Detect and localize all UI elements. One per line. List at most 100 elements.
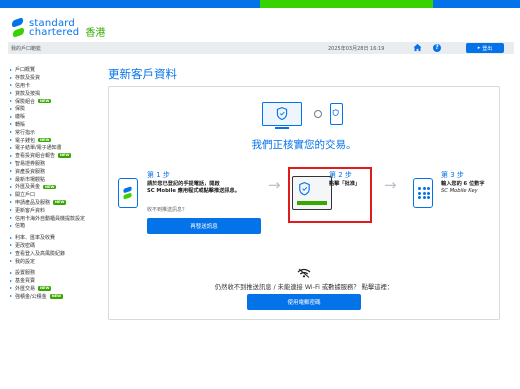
sidebar-item[interactable]: 強積金/公積金 NEW (10, 292, 102, 300)
sidebar-item[interactable]: 我的設定 (10, 257, 102, 265)
sidebar-item-label: 貸款及按揭 (15, 90, 41, 97)
sidebar-item[interactable]: 信用卡 (10, 82, 102, 90)
chevron-right-icon (10, 115, 12, 118)
sidebar-item[interactable]: 基金買賣 (10, 277, 102, 285)
sidebar-item-label: 常行指示 (15, 129, 36, 136)
sidebar-item-label: 信用卡 (15, 82, 31, 89)
no-push-help-text: 仍然收不到推送訊息 / 未能連接 Wi-Fi 或數據服務？ 點擊這裡： (214, 284, 394, 291)
account-scope-label: 我的戶口範籃 (11, 45, 42, 52)
sidebar-item[interactable]: 電子錢包 NEW (10, 136, 102, 144)
new-badge: NEW (53, 200, 67, 205)
sidebar-item-label: 查看投資組合報告 (15, 153, 56, 160)
email-password-button[interactable]: 使用電郵密碼 (247, 294, 361, 310)
chevron-right-icon (10, 193, 12, 196)
sidebar-item-label: 電子結單/電子通知書 (15, 145, 62, 152)
sidebar-item[interactable]: 貸款及按揭 (10, 89, 102, 97)
sidebar-item[interactable]: 保險組合 NEW (10, 97, 102, 105)
logo-line-2: chartered (29, 26, 80, 38)
sidebar-item[interactable]: 查看投資組合報告 NEW (10, 152, 102, 160)
sidebar-item-label: 設置服務 (15, 270, 36, 277)
chevron-right-icon (10, 170, 12, 173)
sidebar-item[interactable]: 信箱 (10, 222, 102, 230)
chevron-right-icon (10, 295, 12, 298)
sidebar-item[interactable]: 電子結單/電子通知書 (10, 144, 102, 152)
sidebar-item-label: 轉賬 (15, 121, 26, 128)
new-badge: NEW (38, 286, 52, 291)
monitor-icon (262, 102, 302, 129)
sidebar-item-label: 信用卡海外自動櫃員機提款設定 (15, 215, 86, 222)
step-1-title: 第 1 步 (147, 171, 170, 179)
sidebar-item[interactable]: 信用卡海外自動櫃員機提款設定 (10, 214, 102, 222)
home-icon[interactable] (413, 43, 422, 52)
new-badge: NEW (43, 184, 57, 190)
sidebar-item[interactable]: 更改密碼 (10, 242, 102, 250)
chevron-right-icon (10, 224, 12, 227)
logout-button[interactable]: ▸ 登出 (466, 43, 504, 53)
logo-wordmark: standard chartered (29, 18, 80, 38)
sidebar-item[interactable]: 繳賬 (10, 113, 102, 121)
chevron-right-icon (10, 123, 12, 126)
chevron-right-icon (10, 92, 12, 95)
brand-logo[interactable]: standard chartered 香港 (11, 16, 105, 39)
step-2-description: 點擊「批准」 (329, 181, 361, 187)
sidebar-item-label: 利率、匯率及收費 (15, 235, 56, 242)
sc-mobile-app-icon (118, 178, 138, 208)
chevron-right-icon (10, 76, 12, 79)
sidebar-item[interactable]: 設置服務 (10, 269, 102, 277)
chevron-right-icon (10, 100, 12, 103)
chevron-right-icon (10, 236, 12, 239)
step-arrow-icon: → (384, 176, 397, 194)
chevron-right-icon (10, 279, 12, 282)
sidebar-item[interactable]: 查看登入及高風險紀錄 (10, 249, 102, 257)
sidebar-item[interactable]: 常行指示 (10, 128, 102, 136)
sidebar-item[interactable]: 存款及投資 (10, 74, 102, 82)
sidebar-item-label: 查看登入及高風險紀錄 (15, 250, 66, 257)
sidebar-item-label: 開立戶口 (15, 192, 36, 199)
chevron-right-icon (10, 217, 12, 220)
sidebar-item[interactable]: 外匯交易 NEW (10, 285, 102, 293)
mobile-phone-icon (330, 103, 343, 125)
sidebar-item-label: 保險組合 (15, 98, 36, 105)
chevron-right-icon (10, 68, 12, 71)
chevron-right-icon (10, 209, 12, 212)
chevron-right-icon (10, 131, 12, 134)
sidebar-item[interactable]: 保險 (10, 105, 102, 113)
step-arrow-icon: → (268, 176, 281, 194)
sidebar-item[interactable]: 利率、匯率及收費 (10, 234, 102, 242)
sidebar-item-label: 繳賬 (15, 114, 26, 121)
sidebar-item[interactable]: 轉賬 (10, 121, 102, 129)
chevron-right-icon (10, 260, 12, 263)
help-icon[interactable]: ? (433, 44, 441, 52)
verification-headline: 我們正核實您的交易。 (251, 139, 357, 151)
step-3-title: 第 3 步 (441, 171, 464, 179)
sidebar-item[interactable]: 開立戶口 (10, 191, 102, 199)
sidebar-item-label: 資產投資服務 (15, 168, 46, 175)
sidebar-item[interactable]: 外匯及黃金 NEW (10, 183, 102, 191)
sidebar-nav: 戶口概覽 存款及投資 信用卡 貸款及按揭 保險組合 NEW 保險 繳賬 轉賬 常行指示 電子錢包 NE… (10, 66, 102, 300)
step-1-description: 請於您已登記的手提電話，開啟 SC Mobile 應用程式或點擊推送訊息。 (147, 181, 240, 195)
chevron-right-icon (10, 84, 12, 87)
sidebar-item[interactable]: 戶口概覽 (10, 66, 102, 74)
chevron-right-icon (10, 162, 12, 165)
resend-message-button[interactable]: 再發送訊息 (147, 218, 261, 234)
sidebar-item-label: 智易證券服務 (15, 160, 46, 167)
sidebar-item-label: 戶口概覽 (15, 67, 36, 74)
sidebar-item[interactable]: 申請產品及服務 NEW (10, 199, 102, 207)
new-badge: NEW (38, 98, 52, 104)
chevron-right-icon (10, 139, 12, 142)
new-badge: NEW (38, 137, 52, 143)
brand-color-stripe (0, 0, 520, 8)
sidebar-item[interactable]: 更新客戶資料 (10, 206, 102, 214)
sidebar-item-label: 存款及投資 (15, 75, 41, 82)
step-1-line-2: SC Mobile 應用程式或點擊推送訊息。 (147, 188, 240, 194)
logout-arrow-icon: ▸ (477, 45, 481, 51)
sidebar-item-label: 基金買賣 (15, 278, 36, 285)
sidebar-item[interactable]: 資產投資服務 (10, 167, 102, 175)
chevron-right-icon (10, 271, 12, 274)
stripe-blue-right (433, 0, 520, 8)
stripe-green (260, 0, 434, 8)
sidebar-item[interactable]: 智易證券服務 (10, 160, 102, 168)
chevron-right-icon (10, 287, 12, 290)
sidebar-item[interactable]: 最新市場觀點 (10, 175, 102, 183)
sidebar-item-label: 我的設定 (15, 258, 36, 265)
